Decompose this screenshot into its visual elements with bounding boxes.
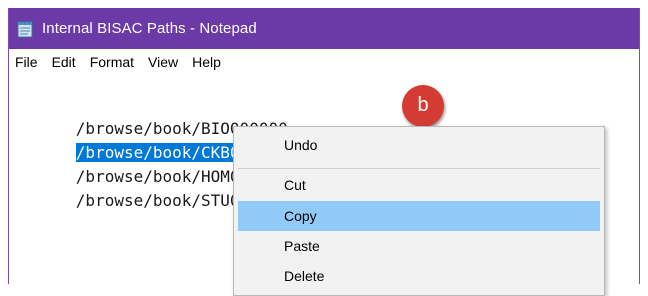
window-title: Internal BISAC Paths - Notepad xyxy=(42,20,257,37)
title-bar[interactable]: Internal BISAC Paths - Notepad xyxy=(9,8,639,49)
menu-separator xyxy=(238,168,600,169)
context-menu-delete[interactable]: Delete xyxy=(238,261,600,291)
editor-line[interactable]: /browse/book/HOM0000 xyxy=(18,141,269,186)
menu-bar: File Edit Format View Help xyxy=(9,49,639,75)
context-menu-paste[interactable]: Paste xyxy=(238,231,600,261)
step-badge: b xyxy=(402,85,444,127)
context-menu-cut[interactable]: Cut xyxy=(238,170,600,200)
menu-file[interactable]: File xyxy=(9,49,45,75)
editor-line[interactable]: /browse/book/STU0000 xyxy=(18,165,269,210)
notepad-icon xyxy=(17,20,33,38)
context-menu: Undo Cut Copy Paste Delete xyxy=(233,126,605,296)
context-menu-copy[interactable]: Copy xyxy=(238,201,600,231)
menu-edit[interactable]: Edit xyxy=(45,49,83,75)
menu-format[interactable]: Format xyxy=(83,49,141,75)
context-menu-undo[interactable]: Undo xyxy=(238,130,600,160)
menu-help[interactable]: Help xyxy=(185,49,228,75)
background-strip xyxy=(0,0,648,8)
editor-line[interactable]: /browse/book/BIO000000 xyxy=(18,93,288,138)
menu-view[interactable]: View xyxy=(141,49,185,75)
